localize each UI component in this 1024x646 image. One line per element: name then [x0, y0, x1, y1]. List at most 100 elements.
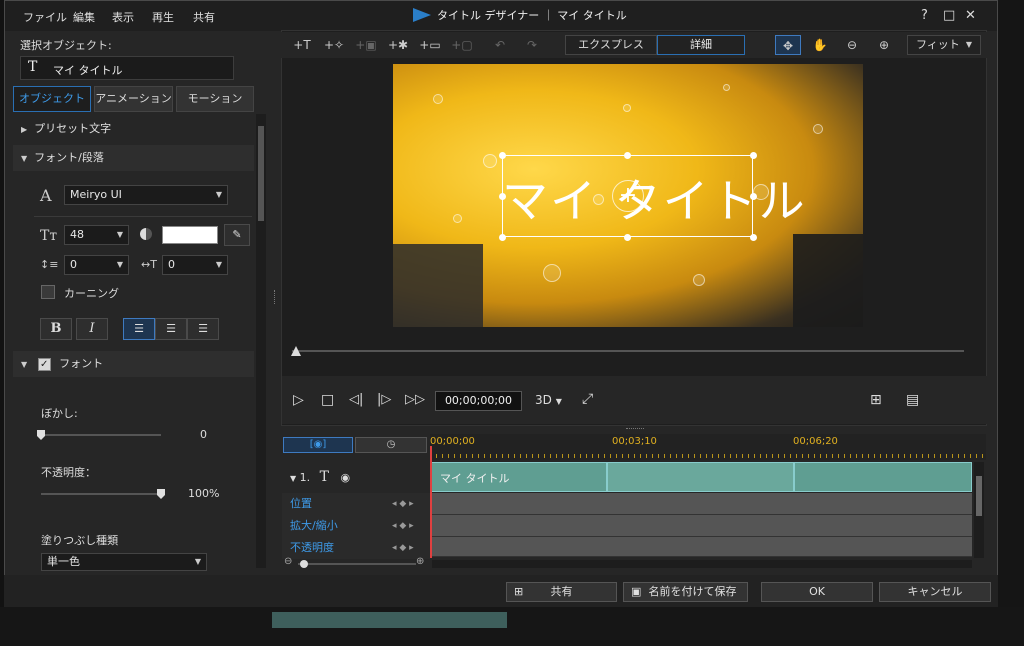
insert-background-icon[interactable]: +▢: [449, 35, 475, 55]
title-clip-segment[interactable]: [794, 462, 972, 492]
resize-handle[interactable]: [624, 152, 631, 159]
safe-zone-icon[interactable]: ▤: [906, 392, 919, 408]
zoom-fit-dropdown[interactable]: フィット ▼: [907, 35, 981, 55]
fullscreen-icon[interactable]: ⤢: [582, 391, 593, 407]
menu-play[interactable]: 再生: [152, 9, 174, 25]
resize-handle[interactable]: [499, 234, 506, 241]
line-spacing-dropdown[interactable]: 0 ▼: [64, 255, 129, 275]
3d-mode-button[interactable]: 3D ▼: [535, 393, 562, 407]
play-icon[interactable]: ▷: [293, 392, 304, 408]
redo-icon[interactable]: ↷: [519, 35, 545, 55]
properties-scrollbar[interactable]: [256, 114, 266, 568]
kerning-label: カーニング: [64, 287, 119, 300]
font-effect-checkbox[interactable]: ✓: [37, 357, 51, 371]
zoom-in-icon[interactable]: ⊕: [416, 556, 424, 567]
tab-motion[interactable]: モーション: [176, 86, 254, 112]
share-button[interactable]: ⊞ 共有: [506, 582, 617, 602]
insert-title-icon[interactable]: +T: [289, 35, 315, 55]
bold-button[interactable]: B: [40, 318, 72, 340]
title-clip-segment[interactable]: [607, 462, 794, 492]
close-button[interactable]: ✕: [965, 8, 976, 23]
resize-handle[interactable]: [750, 152, 757, 159]
zoom-slider[interactable]: [298, 563, 416, 565]
align-right-button[interactable]: ☰: [187, 318, 219, 340]
font-name-dropdown[interactable]: Meiryo UI ▼: [64, 185, 228, 205]
zoom-slider-thumb[interactable]: [300, 560, 308, 568]
select-tool-icon[interactable]: ✥: [775, 35, 801, 55]
menu-edit[interactable]: 編集: [73, 9, 95, 25]
kerning-checkbox[interactable]: [41, 285, 55, 299]
keyframe-row-scale[interactable]: 拡大/縮小 ◂ ◆ ▸: [282, 515, 430, 537]
next-frame-icon[interactable]: |▷: [377, 392, 391, 407]
express-mode-button[interactable]: エクスプレス: [565, 35, 657, 55]
scrollbar-thumb[interactable]: [976, 476, 982, 516]
insert-mask-icon[interactable]: +▭: [417, 35, 443, 55]
timeline-splitter[interactable]: [626, 428, 644, 429]
fill-type-dropdown[interactable]: 単一色 ▼: [41, 553, 207, 571]
keyframe-track[interactable]: [430, 515, 972, 537]
keyframe-track[interactable]: [430, 537, 972, 557]
hand-tool-icon[interactable]: ✋: [807, 35, 833, 55]
title-clip[interactable]: マイ タイトル: [431, 462, 607, 492]
keyframe-row-opacity[interactable]: 不透明度 ◂ ◆ ▸: [282, 537, 430, 559]
timecode-display[interactable]: 00;00;00;00: [435, 391, 522, 411]
cancel-button[interactable]: キャンセル: [879, 582, 991, 602]
menu-share[interactable]: 共有: [193, 9, 215, 25]
maximize-button[interactable]: □: [943, 8, 955, 23]
keyframe-nav-icon[interactable]: ◂ ◆ ▸: [392, 537, 414, 559]
eye-icon[interactable]: ◉: [341, 471, 351, 484]
undo-icon[interactable]: ↶: [487, 35, 513, 55]
resize-handle[interactable]: [499, 193, 506, 200]
font-size-dropdown[interactable]: 48 ▼: [64, 225, 129, 245]
insert-image-icon[interactable]: +▣: [353, 35, 379, 55]
timeline-vscroll[interactable]: [974, 462, 984, 558]
save-as-button[interactable]: ▣ 名前を付けて保存: [623, 582, 748, 602]
keyframe-nav-icon[interactable]: ◂ ◆ ▸: [392, 515, 414, 537]
menu-view[interactable]: 表示: [112, 9, 134, 25]
blur-slider[interactable]: [41, 434, 161, 436]
resize-handle[interactable]: [499, 152, 506, 159]
align-center-button[interactable]: ☰: [155, 318, 187, 340]
zoom-out-icon[interactable]: ⊖: [839, 35, 865, 55]
advanced-mode-button[interactable]: 詳細: [657, 35, 745, 55]
zoom-out-icon[interactable]: ⊖: [284, 556, 292, 567]
keyframe-track[interactable]: [430, 493, 972, 515]
stop-icon[interactable]: □: [321, 392, 334, 408]
opacity-slider[interactable]: [41, 493, 161, 495]
eyedropper-button[interactable]: ✎: [224, 224, 250, 246]
selected-object-field[interactable]: T マイ タイトル: [20, 56, 234, 80]
ok-button[interactable]: OK: [761, 582, 873, 602]
section-preset-text[interactable]: ▶ プリセット文字: [13, 116, 254, 142]
resize-handle[interactable]: [750, 193, 757, 200]
timeline-ruler[interactable]: 00;00;00 00;03;10 00;06;20: [430, 434, 986, 460]
panel-splitter[interactable]: [274, 290, 277, 304]
timeline-fit-button[interactable]: [◉]: [283, 437, 353, 453]
tab-object[interactable]: オブジェクト: [13, 86, 91, 112]
resize-handle[interactable]: [750, 234, 757, 241]
playhead[interactable]: [430, 446, 432, 558]
section-font-paragraph[interactable]: ▼ フォント/段落: [13, 145, 254, 171]
char-spacing-dropdown[interactable]: 0 ▼: [162, 255, 228, 275]
help-button[interactable]: ?: [921, 8, 928, 23]
insert-effect-icon[interactable]: +✱: [385, 35, 411, 55]
section-font-effect[interactable]: ▼ ✓ フォント: [13, 351, 254, 377]
grid-icon[interactable]: ⊞: [870, 392, 882, 408]
move-cursor-icon[interactable]: +: [612, 180, 644, 212]
italic-button[interactable]: I: [76, 318, 108, 340]
timeline-hscroll[interactable]: [432, 560, 972, 568]
insert-particle-icon[interactable]: +✧: [321, 35, 347, 55]
font-color-swatch[interactable]: [162, 226, 218, 244]
previous-frame-icon[interactable]: ◁|: [349, 392, 363, 407]
keyframe-row-position[interactable]: 位置 ◂ ◆ ▸: [282, 493, 430, 515]
track-header[interactable]: ▼ 1. T ◉: [282, 462, 430, 492]
align-left-button[interactable]: ☰: [123, 318, 155, 340]
zoom-in-icon[interactable]: ⊕: [871, 35, 897, 55]
keyframe-nav-icon[interactable]: ◂ ◆ ▸: [392, 493, 414, 515]
timeline-clock-button[interactable]: ◷: [355, 437, 427, 453]
tab-animation[interactable]: アニメーション: [94, 86, 173, 112]
scrollbar-thumb[interactable]: [258, 126, 264, 221]
resize-handle[interactable]: [624, 234, 631, 241]
menu-file[interactable]: ファイル: [23, 9, 67, 25]
fast-forward-icon[interactable]: ▷▷: [405, 392, 425, 407]
preview-scrubber[interactable]: [292, 350, 964, 352]
